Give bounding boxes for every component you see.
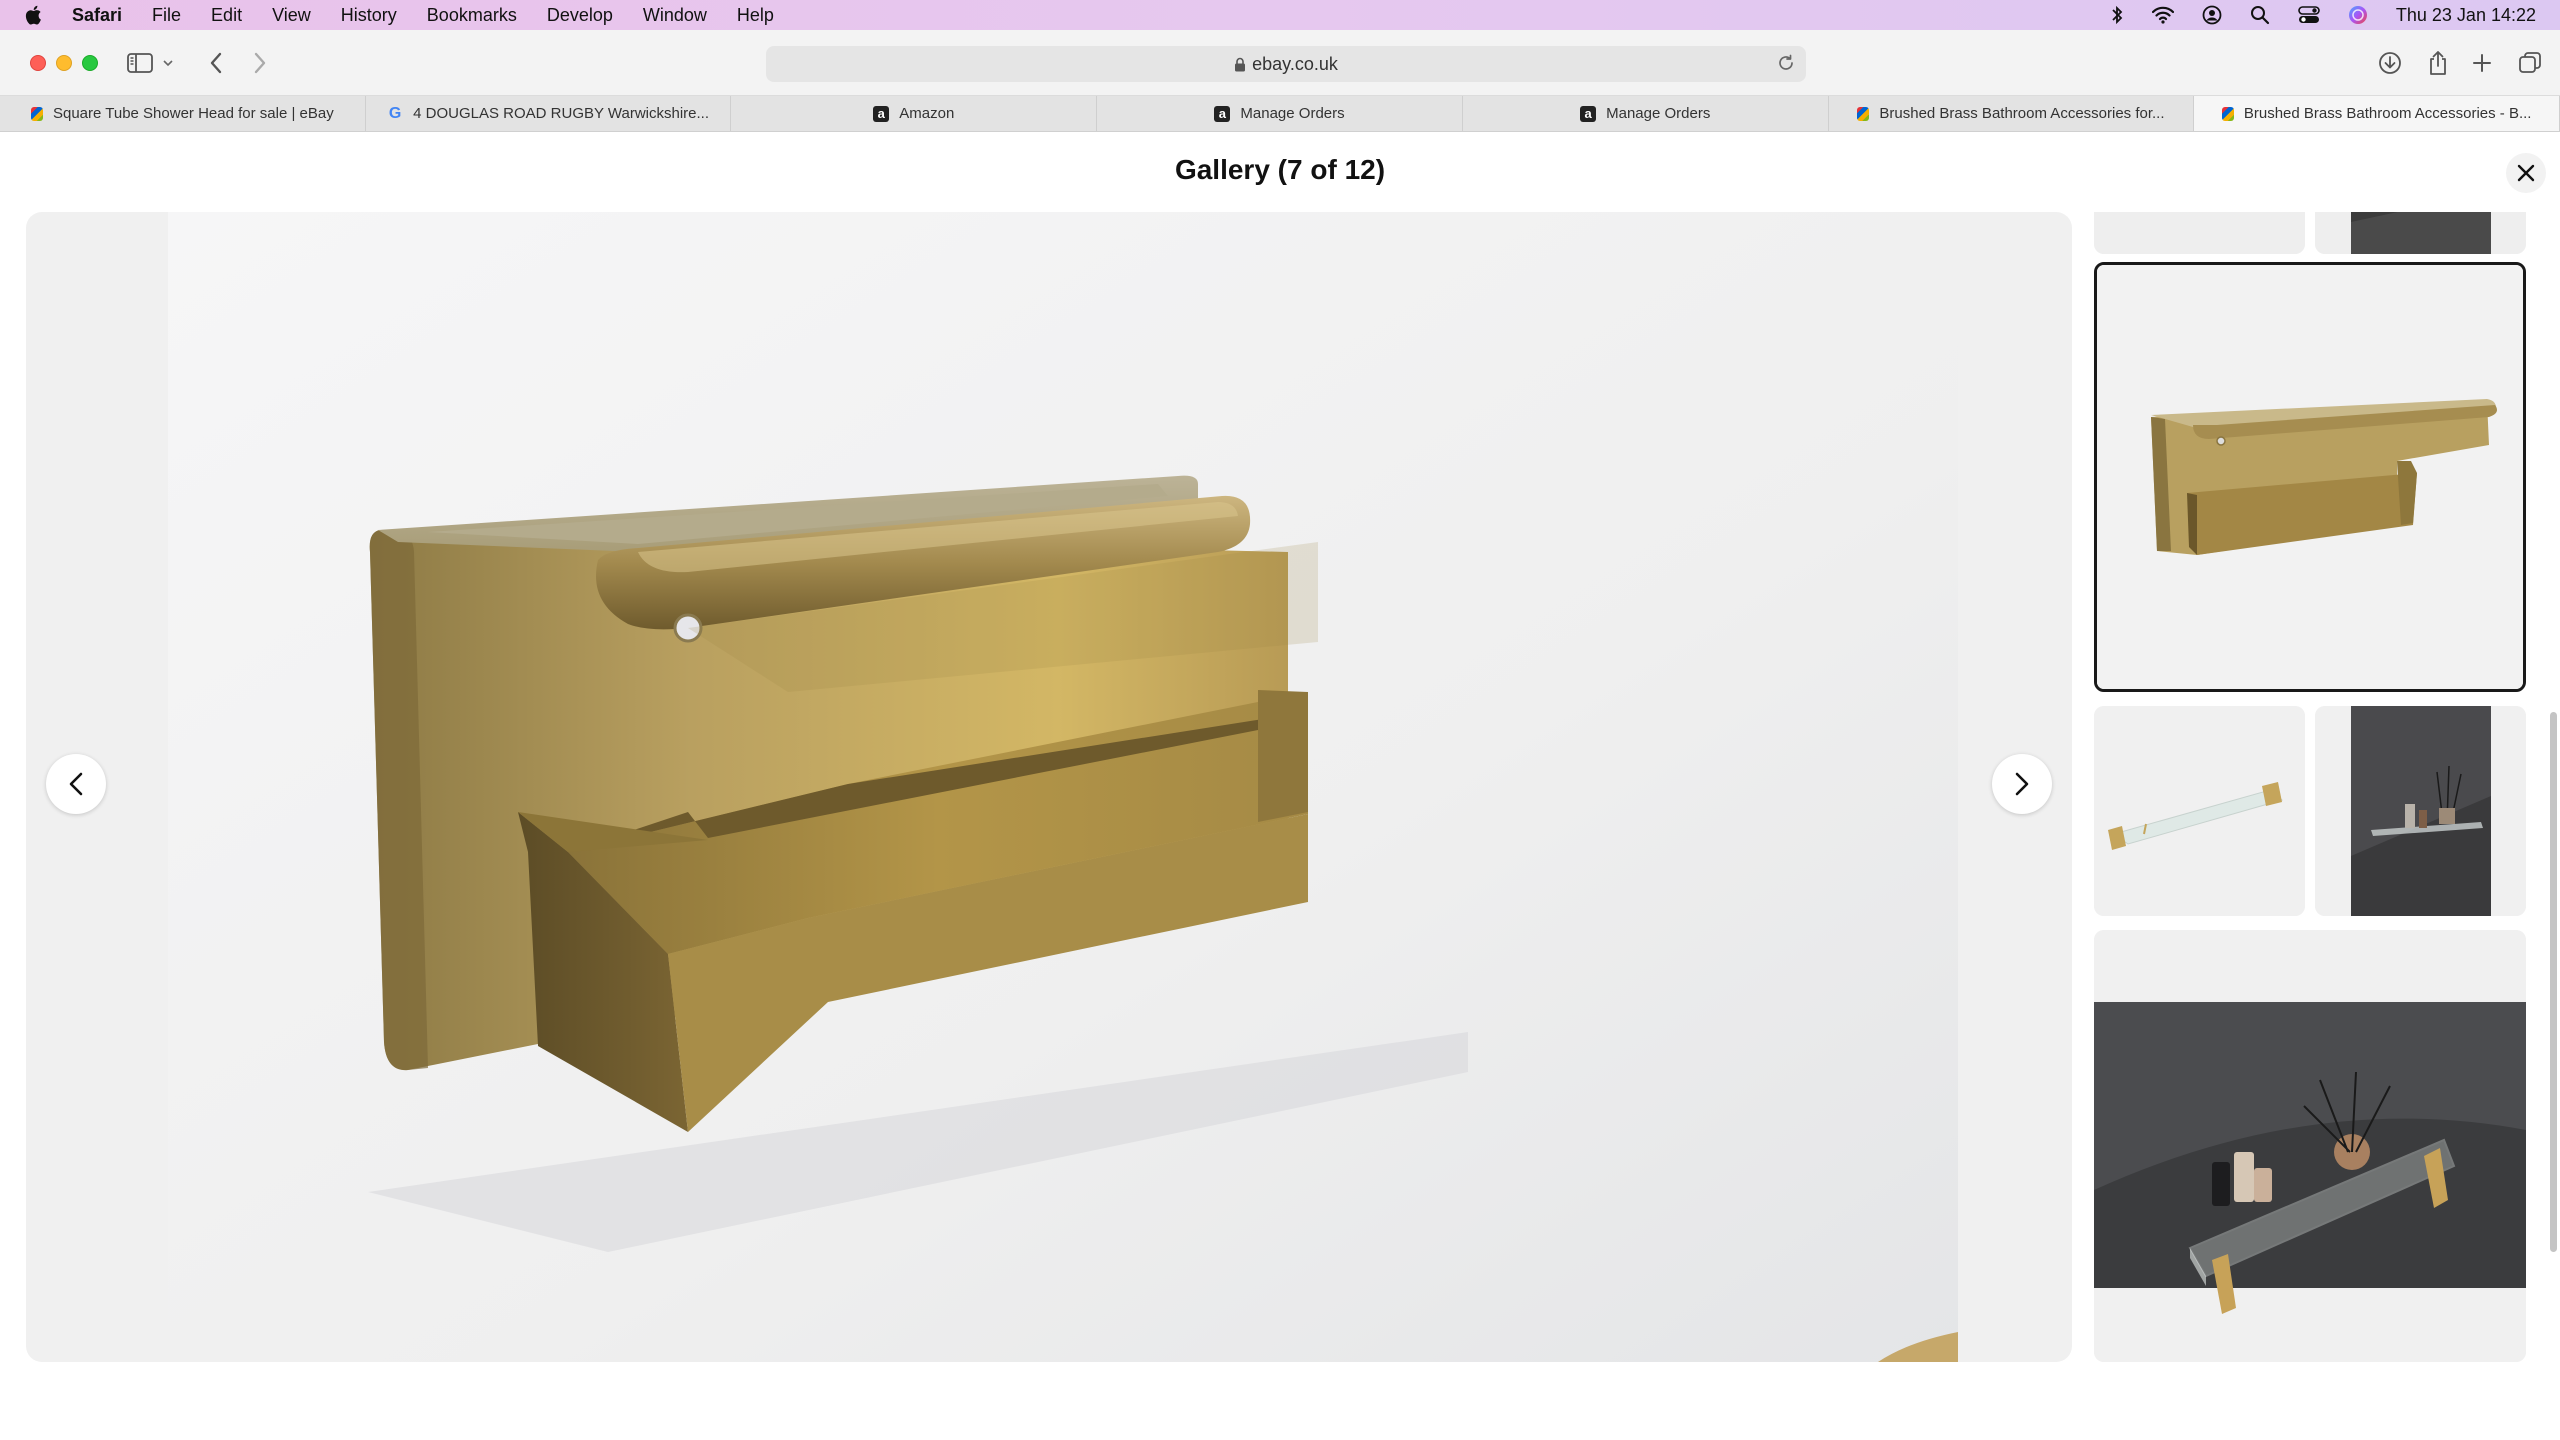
main-product-image <box>168 212 1958 1362</box>
tab-bar: Square Tube Shower Head for sale | eBay … <box>0 96 2560 132</box>
control-center-icon[interactable] <box>2298 6 2320 24</box>
menu-edit[interactable]: Edit <box>211 5 242 26</box>
menu-view[interactable]: View <box>272 5 311 26</box>
menu-develop[interactable]: Develop <box>547 5 613 26</box>
sidebar-chevron-down-icon[interactable] <box>158 47 178 79</box>
menu-window[interactable]: Window <box>643 5 707 26</box>
minimize-window-button[interactable] <box>56 55 72 71</box>
tab-manage-orders-1[interactable]: a Manage Orders <box>1097 96 1463 131</box>
tab-amazon[interactable]: a Amazon <box>731 96 1098 131</box>
reload-icon[interactable] <box>1776 53 1796 78</box>
siri-icon[interactable] <box>2348 5 2368 25</box>
menu-safari[interactable]: Safari <box>72 5 122 26</box>
menu-bar: Safari File Edit View History Bookmarks … <box>0 0 2560 30</box>
ebay-favicon-icon <box>1857 106 1870 121</box>
tab-label: Manage Orders <box>1606 105 1711 122</box>
menu-bookmarks[interactable]: Bookmarks <box>427 5 517 26</box>
amazon-favicon-icon: a <box>873 105 890 122</box>
amazon-favicon-icon: a <box>1214 105 1231 122</box>
thumbnail-partial-1[interactable] <box>2094 212 2305 254</box>
thumbnail-strip <box>2094 212 2528 1362</box>
ebay-favicon-icon <box>30 106 43 121</box>
back-icon[interactable] <box>200 47 232 79</box>
ebay-favicon-icon <box>2221 106 2234 121</box>
tab-brushed-brass-accessories-2[interactable]: Brushed Brass Bathroom Accessories - B..… <box>2194 96 2560 131</box>
zoom-window-button[interactable] <box>82 55 98 71</box>
thumbnail-selected[interactable] <box>2094 262 2526 692</box>
menu-help[interactable]: Help <box>737 5 774 26</box>
google-favicon-icon: G <box>388 104 402 122</box>
bluetooth-icon[interactable] <box>2110 5 2124 25</box>
gallery-overlay: Gallery (7 of 12) <box>0 132 2560 1440</box>
tab-label: Brushed Brass Bathroom Accessories for..… <box>1879 105 2165 122</box>
main-image-viewer[interactable] <box>26 212 2072 1362</box>
thumbnail-image-glass-shelf-bottles <box>2094 930 2526 1362</box>
tab-label: 4 DOUGLAS ROAD RUGBY Warwickshire... <box>413 105 710 122</box>
previous-image-button[interactable] <box>46 754 106 814</box>
tab-label: Brushed Brass Bathroom Accessories - B..… <box>2243 105 2532 122</box>
forward-icon[interactable] <box>244 47 276 79</box>
sidebar-icon[interactable] <box>124 47 156 79</box>
tab-manage-orders-2[interactable]: a Manage Orders <box>1463 96 1829 131</box>
new-tab-icon[interactable] <box>2466 47 2498 79</box>
address-bar[interactable]: ebay.co.uk <box>766 46 1806 82</box>
close-icon <box>2517 164 2535 182</box>
spotlight-search-icon[interactable] <box>2250 5 2270 25</box>
tab-brushed-brass-accessories-1[interactable]: Brushed Brass Bathroom Accessories for..… <box>1829 96 2195 131</box>
wifi-icon[interactable] <box>2151 6 2174 24</box>
window-controls <box>30 55 98 71</box>
thumbnail-scrollbar-thumb[interactable] <box>2550 712 2557 1252</box>
tab-label: Amazon <box>899 105 955 122</box>
thumbnail-image-glass-shelf <box>2094 706 2305 916</box>
tab-label: Square Tube Shower Head for sale | eBay <box>52 105 334 122</box>
menu-file[interactable]: File <box>152 5 181 26</box>
user-icon[interactable] <box>2202 5 2222 25</box>
next-image-button[interactable] <box>1992 754 2052 814</box>
address-bar-url: ebay.co.uk <box>1252 53 1338 74</box>
amazon-favicon-icon: a <box>1580 105 1597 122</box>
thumbnail-dark-shelf[interactable] <box>2315 706 2526 916</box>
tab-square-tube-shower-head[interactable]: Square Tube Shower Head for sale | eBay <box>0 96 366 131</box>
tab-overview-icon[interactable] <box>2514 47 2546 79</box>
download-icon[interactable] <box>2374 47 2406 79</box>
lock-icon <box>1234 57 1246 72</box>
chevron-left-icon <box>69 772 83 796</box>
menu-history[interactable]: History <box>341 5 397 26</box>
menubar-clock[interactable]: Thu 23 Jan 14:22 <box>2396 5 2536 26</box>
close-gallery-button[interactable] <box>2506 153 2546 193</box>
close-window-button[interactable] <box>30 55 46 71</box>
apple-logo-icon[interactable] <box>24 5 50 25</box>
share-icon[interactable] <box>2422 47 2454 79</box>
thumbnail-image-brass-holder <box>2097 265 2523 689</box>
chevron-right-icon <box>2015 772 2029 796</box>
tab-douglas-road-rugby[interactable]: G 4 DOUGLAS ROAD RUGBY Warwickshire... <box>366 96 732 131</box>
browser-toolbar: ebay.co.uk <box>0 30 2560 96</box>
thumbnail-image-dark-shelf-diffuser <box>2315 706 2526 916</box>
thumbnail-glass-shelf-bottles[interactable] <box>2094 930 2526 1362</box>
gallery-title: Gallery (7 of 12) <box>1174 154 1386 185</box>
tab-label: Manage Orders <box>1240 105 1345 122</box>
thumbnail-partial-2[interactable] <box>2315 212 2526 254</box>
thumbnail-glass-shelf[interactable] <box>2094 706 2305 916</box>
